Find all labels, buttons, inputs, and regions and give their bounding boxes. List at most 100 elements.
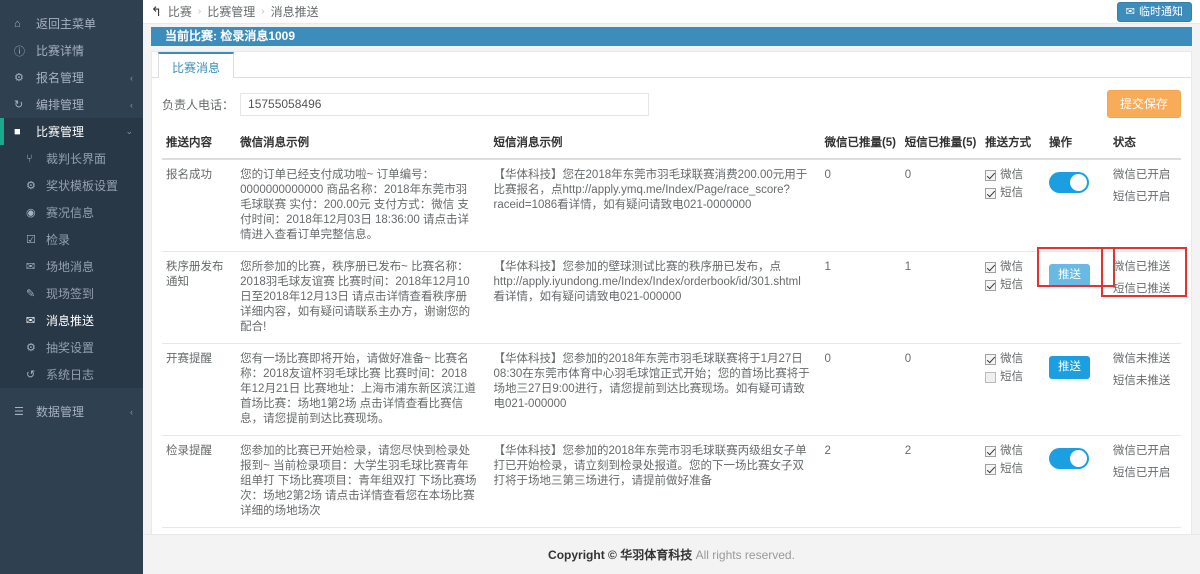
- push-button[interactable]: 推送: [1048, 356, 1090, 379]
- sidebar-item-label: 消息推送: [46, 314, 95, 328]
- checkbox-sms-row[interactable]: 短信: [985, 462, 1041, 477]
- cell-operation: 推送: [1036, 247, 1115, 344]
- sidebar-item-race-status[interactable]: ◉ 赛况信息: [0, 199, 143, 226]
- sidebar-item-race-detail[interactable]: ⓘ 比赛详情: [0, 37, 143, 64]
- check-square-icon: ☑: [26, 234, 36, 246]
- rights-text: All rights reserved.: [692, 548, 795, 562]
- history-icon: ↺: [26, 369, 36, 381]
- sms-checkbox[interactable]: [985, 280, 997, 291]
- cell-push-way: 微信短信: [981, 435, 1045, 528]
- cell-status: 微信已开启短信已开启: [1108, 435, 1181, 528]
- sitemap-icon: ⑂: [26, 152, 33, 165]
- sidebar-item-label: 编排管理: [36, 98, 85, 112]
- sms-checkbox[interactable]: [985, 188, 997, 199]
- sidebar-item-race-management[interactable]: ■ 比赛管理 ⌄: [0, 118, 143, 145]
- cell-operation: 推送: [1044, 343, 1109, 436]
- info-icon: ⓘ: [14, 45, 25, 58]
- sidebar-item-venue-message[interactable]: ✉ 场地消息: [0, 253, 143, 280]
- chevron-left-icon: ‹: [130, 406, 133, 417]
- cell-push-content: 开赛提醒: [162, 343, 237, 436]
- temporary-notice-label: 临时通知: [1139, 5, 1183, 18]
- tab-race-message[interactable]: 比赛消息: [158, 52, 235, 78]
- sidebar-item-onsite-signin[interactable]: ✎ 现场签到: [0, 280, 143, 307]
- sidebar-item-certificate-template[interactable]: ⚙ 奖状模板设置: [0, 172, 143, 199]
- checkbox-wechat-row[interactable]: 微信: [985, 168, 1041, 183]
- breadcrumb-race[interactable]: 比赛: [168, 3, 192, 20]
- cell-wechat-count: 0: [820, 343, 901, 436]
- message-push-table: 推送内容 微信消息示例 短信消息示例 微信已推量(5) 短信已推量(5) 推送方…: [162, 128, 1187, 574]
- sidebar-item-registration[interactable]: ⚙ 报名管理 ‹: [0, 64, 143, 91]
- phone-input[interactable]: [240, 92, 650, 116]
- sidebar-item-label: 现场签到: [46, 287, 95, 301]
- sidebar-item-referee-screen[interactable]: ⑂ 裁判长界面: [0, 145, 143, 172]
- checkbox-wechat-row[interactable]: 微信: [985, 260, 1041, 275]
- wechat-checkbox[interactable]: [985, 170, 997, 181]
- back-arrow-icon[interactable]: ↰: [151, 4, 162, 20]
- cell-sms-count: 2: [900, 435, 982, 528]
- cell-wechat-example: 您有一场比赛即将开始，请做好准备~ 比赛名称：2018友谊杯羽毛球比赛 比赛时间…: [236, 343, 490, 436]
- table-row: 秩序册发布通知 您所参加的比赛，秩序册已发布~ 比赛名称：2018羽毛球友谊赛 比…: [162, 247, 1187, 344]
- table-row: 开赛提醒 您有一场比赛即将开始，请做好准备~ 比赛名称：2018友谊杯羽毛球比赛 …: [162, 343, 1181, 436]
- table-header: 推送内容 微信消息示例 短信消息示例 微信已推量(5) 短信已推量(5) 推送方…: [162, 128, 1181, 160]
- comment-icon: ✉: [26, 261, 36, 273]
- sidebar-item-label: 奖状模板设置: [46, 179, 119, 193]
- cell-sms-example: 【华体科技】您参加的2018年东莞市羽毛球联赛丙级组女子单打已开始检录，请立刻到…: [489, 435, 821, 528]
- cell-sms-count: 1: [900, 251, 982, 344]
- sidebar-item-label: 系统日志: [46, 368, 95, 382]
- push-toggle[interactable]: [1048, 172, 1089, 193]
- cell-operation: [1044, 435, 1109, 528]
- cell-status: 微信未推送 短信未推送: [1108, 343, 1181, 436]
- checkbox-sms-row[interactable]: 短信: [985, 370, 1041, 385]
- checkbox-sms-row[interactable]: 短信: [985, 278, 1041, 293]
- col-content: 推送内容: [162, 128, 237, 160]
- temporary-notice-button[interactable]: ✉ 临时通知: [1116, 1, 1192, 22]
- cell-sms-example: 【华体科技】您参加的2018年东莞市羽毛球联赛将于1月27日08:30在东莞市体…: [489, 343, 821, 436]
- checkbox-wechat-row[interactable]: 微信: [985, 352, 1041, 367]
- push-button[interactable]: 推送: [1048, 264, 1090, 287]
- sidebar-item-scheduling[interactable]: ↻ 编排管理 ‹: [0, 91, 143, 118]
- sms-checkbox-label: 短信: [1000, 279, 1024, 291]
- sidebar-submenu: ⑂ 裁判长界面 ⚙ 奖状模板设置 ◉ 赛况信息 ☑ 检录 ✉ 场地消息 ✎ 现场…: [0, 145, 143, 388]
- breadcrumb-race-management[interactable]: 比赛管理: [207, 3, 255, 20]
- gears-icon: ⚙: [14, 72, 24, 84]
- content-panel: 比赛消息 负责人电话： 提交保存 推送内容 微信消息示例 短信消息示例 微信已推…: [151, 51, 1192, 574]
- checkbox-sms-row[interactable]: 短信: [985, 186, 1041, 201]
- sidebar-item-label: 赛况信息: [46, 206, 95, 220]
- cell-push-content: 检录提醒: [162, 435, 237, 528]
- checkbox-wechat-row[interactable]: 微信: [985, 444, 1041, 459]
- cell-status: 微信已开启短信已开启: [1109, 159, 1181, 252]
- sidebar-item-message-push[interactable]: ✉ 消息推送: [0, 307, 143, 334]
- megaphone-icon: ✉: [1125, 5, 1135, 18]
- wechat-checkbox[interactable]: [985, 446, 997, 457]
- sidebar-item-lottery-settings[interactable]: ⚙ 抽奖设置: [0, 334, 143, 361]
- tab-bar: 比赛消息: [152, 52, 1191, 78]
- status-sms: 短信已开启: [1112, 191, 1171, 203]
- sidebar-item-check-in[interactable]: ☑ 检录: [0, 226, 143, 253]
- col-sms-example: 短信消息示例: [489, 128, 821, 160]
- sms-checkbox[interactable]: [985, 464, 997, 475]
- push-toggle[interactable]: [1048, 448, 1089, 469]
- wechat-checkbox[interactable]: [985, 262, 997, 273]
- wechat-checkbox-label: 微信: [1000, 169, 1024, 181]
- save-button[interactable]: 提交保存: [1106, 90, 1181, 118]
- current-race-bar: 当前比赛: 检录消息1009: [151, 27, 1192, 46]
- cell-push-content: 报名成功: [166, 169, 212, 181]
- refresh-icon: ↻: [14, 99, 24, 111]
- status-wechat: 微信已开启: [1112, 445, 1171, 457]
- cell-wechat-count: 0: [824, 169, 831, 181]
- wechat-checkbox[interactable]: [985, 354, 997, 365]
- col-operation: 操作: [1044, 128, 1109, 160]
- sidebar-item-system-log[interactable]: ↺ 系统日志: [0, 361, 143, 388]
- sms-checkbox[interactable]: [985, 372, 997, 383]
- cell-push-way: 微信短信: [981, 159, 1045, 252]
- cell-push-way: 微信短信: [981, 251, 1045, 344]
- table-row: 报名成功 您的订单已经支付成功啦~ 订单编号：0000000000000 商品名称…: [162, 159, 1181, 252]
- chevron-down-icon: ⌄: [125, 126, 133, 136]
- sidebar-item-home[interactable]: ⌂ 返回主菜单: [0, 10, 143, 37]
- sidebar-item-label: 返回主菜单: [36, 17, 97, 31]
- sidebar-item-data-management[interactable]: ☰ 数据管理 ‹: [0, 398, 143, 425]
- gear-icon: ⚙: [26, 342, 36, 354]
- contact-form-row: 负责人电话： 提交保存: [152, 78, 1191, 128]
- breadcrumb: ↰ 比赛 › 比赛管理 › 消息推送: [151, 3, 319, 20]
- sidebar-item-label: 比赛管理: [36, 125, 85, 139]
